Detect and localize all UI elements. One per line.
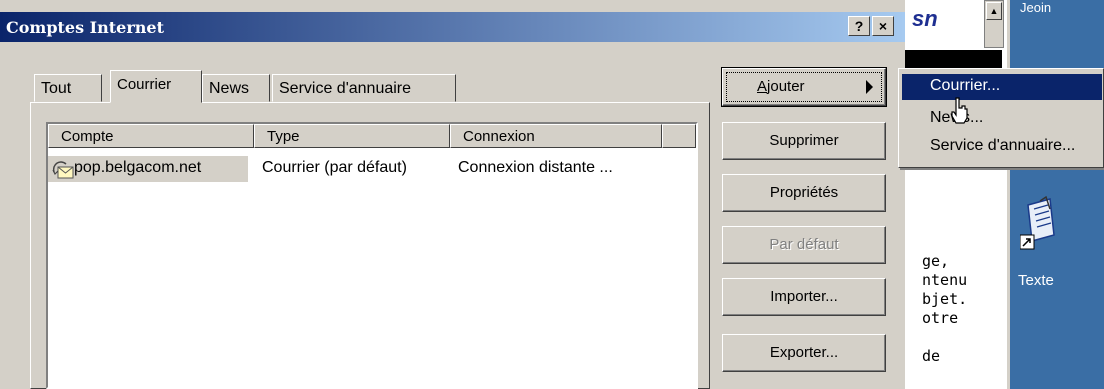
window-title: Comptes Internet — [6, 18, 164, 37]
background-black-bar — [902, 50, 1002, 70]
add-button-accelerator: A — [757, 78, 768, 95]
submenu-arrow-icon — [866, 80, 873, 94]
scroll-up-arrow-icon[interactable]: ▲ — [986, 2, 1002, 20]
set-default-button: Par défaut — [722, 226, 886, 264]
properties-button[interactable]: Propriétés — [722, 174, 886, 212]
tab-mail[interactable]: Courrier — [110, 70, 202, 103]
menu-item-directory-service[interactable]: Service d'annuaire... — [902, 134, 1102, 160]
column-header-type[interactable]: Type — [254, 124, 450, 148]
account-name-cell: pop.belgacom.net — [74, 159, 202, 176]
add-button-label: jouter — [767, 78, 805, 95]
mail-account-icon — [52, 160, 74, 180]
add-button[interactable]: Ajouter — [722, 68, 886, 106]
msn-logo: sn — [912, 6, 938, 31]
account-type-cell: Courrier (par défaut) — [262, 159, 407, 176]
mouse-cursor-icon — [948, 96, 970, 126]
menu-item-mail[interactable]: Courrier... — [902, 74, 1102, 100]
tab-directory-service[interactable]: Service d'annuaire — [272, 74, 456, 102]
account-connection-cell: Connexion distante ... — [458, 159, 613, 176]
desktop-icon-label: Texte — [1018, 272, 1054, 289]
desktop-partial-label: Jeoin — [1020, 0, 1052, 14]
column-header-filler — [662, 124, 696, 148]
delete-button[interactable]: Supprimer — [722, 122, 886, 160]
column-header-account[interactable]: Compte — [48, 124, 254, 148]
menu-item-news[interactable]: News... — [902, 106, 1102, 132]
column-header-connection[interactable]: Connexion — [450, 124, 662, 148]
text-document-desktop-icon[interactable] — [1019, 195, 1066, 251]
background-page-text: ge, ntenu bjet. otre de — [922, 252, 968, 365]
import-button[interactable]: Importer... — [722, 278, 886, 316]
tab-news[interactable]: News — [202, 74, 270, 102]
export-button[interactable]: Exporter... — [722, 334, 886, 372]
tab-all[interactable]: Tout — [34, 74, 102, 102]
help-button[interactable]: ? — [848, 16, 870, 36]
close-button[interactable]: × — [872, 16, 894, 36]
